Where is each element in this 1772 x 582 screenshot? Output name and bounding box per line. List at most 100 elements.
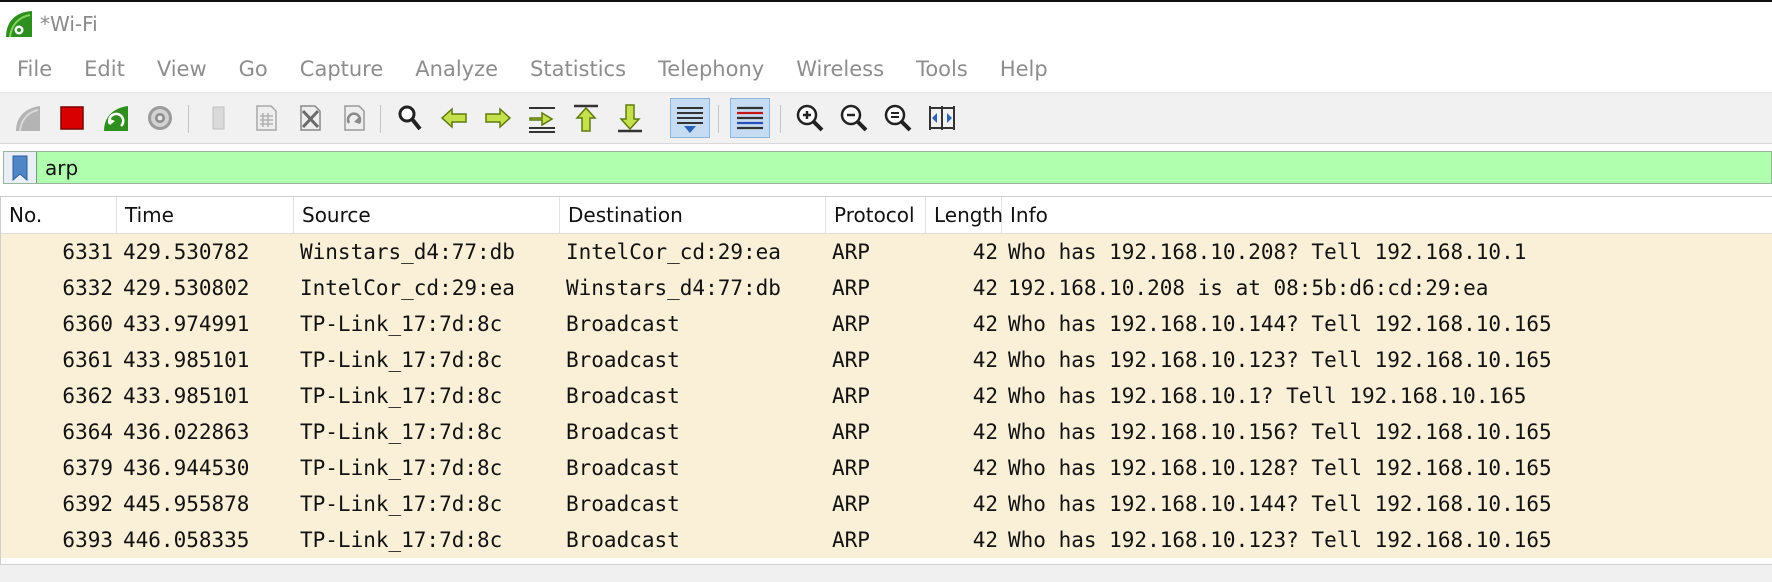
cell-length: 42 — [972, 312, 998, 336]
menu-help[interactable]: Help — [984, 48, 1064, 90]
column-header-length[interactable]: Length — [926, 197, 1003, 233]
find-packet-icon[interactable] — [390, 98, 430, 138]
cell-protocol: ARP — [832, 276, 870, 300]
cell-time: 429.530782 — [123, 240, 250, 264]
table-row[interactable]: 6331 429.530782 Winstars_d4:77:db IntelCor_… — [1, 234, 1772, 270]
auto-scroll-icon[interactable] — [670, 98, 710, 138]
cell-length: 42 — [972, 348, 998, 372]
table-row[interactable]: 6379 436.944530 TP-Link_17:7d:8c Broadcast A… — [1, 450, 1772, 486]
colorize-icon[interactable] — [730, 98, 770, 138]
cell-time: 445.955878 — [123, 492, 250, 516]
table-row[interactable]: 6361 433.985101 TP-Link_17:7d:8c Broadcast A… — [1, 342, 1772, 378]
cell-length: 42 — [972, 276, 998, 300]
toolbar-separator — [188, 105, 189, 133]
display-filter-input[interactable] — [37, 151, 1771, 184]
table-row[interactable]: 6392 445.955878 TP-Link_17:7d:8c Broadcast A… — [1, 486, 1772, 522]
restart-capture-icon[interactable] — [96, 98, 136, 138]
start-capture-icon[interactable] — [8, 98, 48, 138]
column-header-destination[interactable]: Destination — [560, 197, 826, 233]
go-forward-icon[interactable] — [478, 98, 518, 138]
cell-time: 436.944530 — [123, 456, 250, 480]
zoom-out-icon[interactable] — [834, 98, 874, 138]
packet-details-pane — [0, 564, 1772, 582]
resize-columns-icon[interactable] — [922, 98, 962, 138]
cell-time: 436.022863 — [123, 420, 250, 444]
cell-no: 6362 — [62, 384, 113, 408]
zoom-in-icon[interactable] — [790, 98, 830, 138]
table-row[interactable]: 6364 436.022863 TP-Link_17:7d:8c Broadcast A… — [1, 414, 1772, 450]
first-packet-icon[interactable] — [566, 98, 606, 138]
menu-analyze[interactable]: Analyze — [399, 48, 514, 90]
menu-go[interactable]: Go — [223, 48, 284, 90]
table-row[interactable]: 6393 446.058335 TP-Link_17:7d:8c Broadcast A… — [1, 522, 1772, 558]
cell-time: 446.058335 — [123, 528, 250, 552]
stop-capture-icon[interactable] — [52, 98, 92, 138]
menu-statistics[interactable]: Statistics — [514, 48, 642, 90]
cell-protocol: ARP — [832, 240, 870, 264]
cell-source: TP-Link_17:7d:8c — [300, 456, 503, 480]
column-header-protocol[interactable]: Protocol — [826, 197, 926, 233]
cell-no: 6360 — [62, 312, 113, 336]
menu-telephony[interactable]: Telephony — [642, 48, 780, 90]
cell-source: IntelCor_cd:29:ea — [300, 276, 515, 300]
toolbar-separator — [380, 105, 381, 133]
cell-protocol: ARP — [832, 312, 870, 336]
cell-protocol: ARP — [832, 456, 870, 480]
cell-length: 42 — [972, 420, 998, 444]
table-row[interactable]: 6362 433.985101 TP-Link_17:7d:8c Broadcast A… — [1, 378, 1772, 414]
column-header-no[interactable]: No. — [1, 197, 117, 233]
cell-time: 429.530802 — [123, 276, 250, 300]
column-header-time[interactable]: Time — [117, 197, 294, 233]
open-file-icon[interactable] — [198, 98, 238, 138]
cell-no: 6364 — [62, 420, 113, 444]
capture-options-icon[interactable] — [140, 98, 180, 138]
filter-bookmark-button[interactable] — [4, 152, 37, 183]
window-title: *Wi-Fi — [40, 12, 98, 36]
cell-source: TP-Link_17:7d:8c — [300, 420, 503, 444]
cell-info: 192.168.10.208 is at 08:5b:d6:cd:29:ea — [1008, 276, 1489, 300]
cell-destination: Broadcast — [566, 312, 680, 336]
cell-source: TP-Link_17:7d:8c — [300, 348, 503, 372]
main-toolbar — [0, 92, 1772, 144]
go-back-icon[interactable] — [434, 98, 474, 138]
column-header-source[interactable]: Source — [294, 197, 560, 233]
cell-no: 6361 — [62, 348, 113, 372]
cell-destination: Broadcast — [566, 528, 680, 552]
cell-source: TP-Link_17:7d:8c — [300, 492, 503, 516]
close-file-icon[interactable] — [290, 98, 330, 138]
cell-source: TP-Link_17:7d:8c — [300, 384, 503, 408]
cell-info: Who has 192.168.10.208? Tell 192.168.10.… — [1008, 240, 1527, 264]
cell-length: 42 — [972, 528, 998, 552]
cell-protocol: ARP — [832, 528, 870, 552]
table-row[interactable]: 6360 433.974991 TP-Link_17:7d:8c Broadcast A… — [1, 306, 1772, 342]
wireshark-logo-icon — [6, 11, 32, 38]
cell-time: 433.985101 — [123, 384, 250, 408]
cell-protocol: ARP — [832, 384, 870, 408]
save-file-icon[interactable] — [246, 98, 286, 138]
reload-file-icon[interactable] — [334, 98, 374, 138]
cell-length: 42 — [972, 384, 998, 408]
cell-time: 433.985101 — [123, 348, 250, 372]
last-packet-icon[interactable] — [610, 98, 650, 138]
go-to-packet-icon[interactable] — [522, 98, 562, 138]
cell-no: 6392 — [62, 492, 113, 516]
cell-protocol: ARP — [832, 348, 870, 372]
cell-info: Who has 192.168.10.144? Tell 192.168.10.… — [1008, 312, 1552, 336]
table-row[interactable]: 6332 429.530802 IntelCor_cd:29:ea Winstars_… — [1, 270, 1772, 306]
display-filter-bar — [3, 151, 1772, 184]
cell-protocol: ARP — [832, 420, 870, 444]
menu-wireless[interactable]: Wireless — [780, 48, 900, 90]
cell-info: Who has 192.168.10.1? Tell 192.168.10.16… — [1008, 384, 1527, 408]
cell-no: 6379 — [62, 456, 113, 480]
toolbar-separator — [780, 105, 781, 133]
menu-capture[interactable]: Capture — [284, 48, 400, 90]
menu-edit[interactable]: Edit — [68, 48, 141, 90]
cell-info: Who has 192.168.10.123? Tell 192.168.10.… — [1008, 348, 1552, 372]
cell-no: 6393 — [62, 528, 113, 552]
column-header-info[interactable]: Info — [1002, 197, 1772, 233]
normal-size-icon[interactable] — [878, 98, 918, 138]
menu-view[interactable]: View — [141, 48, 223, 90]
menu-tools[interactable]: Tools — [900, 48, 984, 90]
menu-file[interactable]: File — [0, 48, 68, 90]
cell-destination: Broadcast — [566, 420, 680, 444]
